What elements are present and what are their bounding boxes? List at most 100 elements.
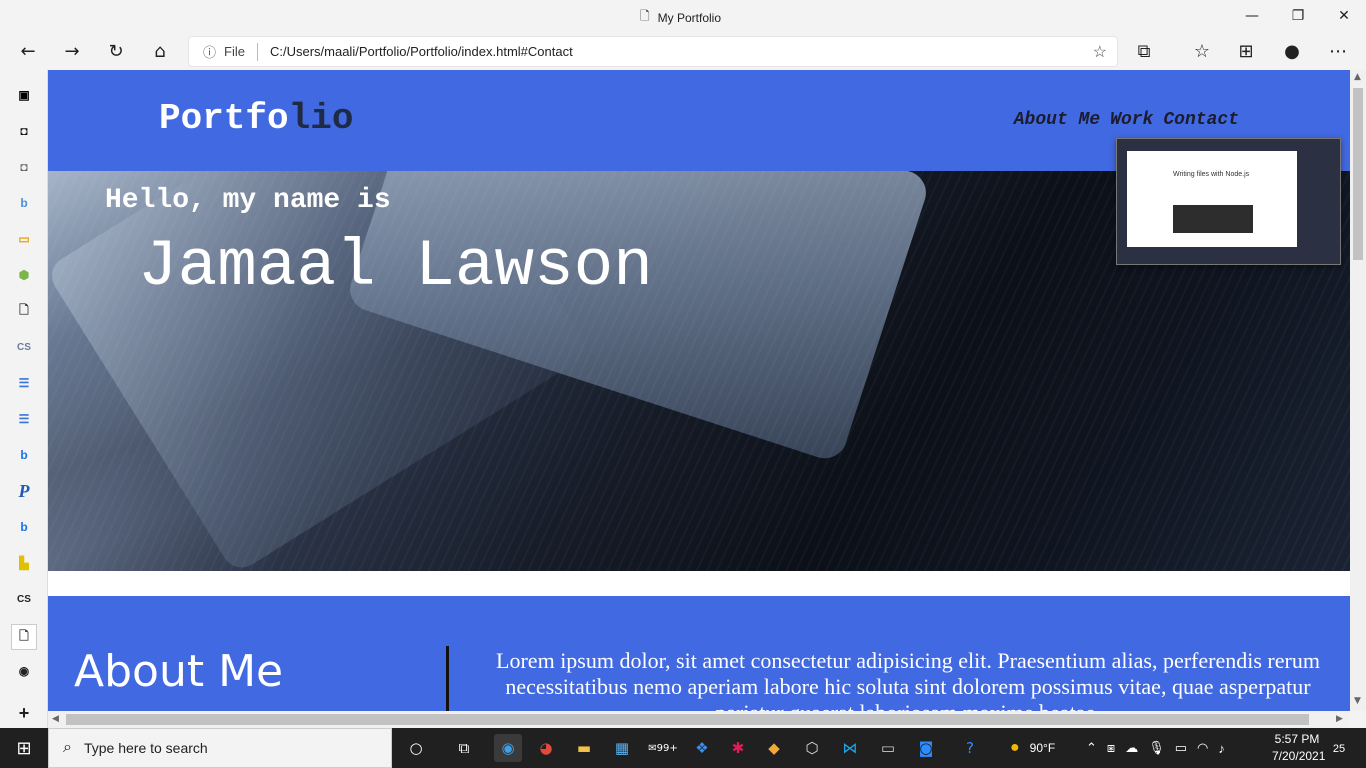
address-separator: [256, 42, 258, 61]
collections-icon[interactable]: ⧉: [1128, 35, 1160, 67]
site-logo[interactable]: Portfolio: [159, 98, 353, 139]
scroll-up-icon[interactable]: ▲: [1354, 72, 1361, 82]
cortana-icon[interactable]: ○: [402, 734, 430, 762]
horizontal-scrollbar[interactable]: ◀ ▶: [48, 711, 1350, 728]
settings-more-icon[interactable]: ⋯: [1322, 35, 1354, 67]
tab-github-icon[interactable]: ◉: [13, 660, 35, 682]
tab-icon-4[interactable]: ▭: [13, 228, 35, 250]
weather-widget[interactable]: ● 90°F: [1010, 728, 1055, 768]
title-bar: 🗋 My Portfolio — ❐ ✕: [0, 0, 1366, 32]
profile-avatar[interactable]: ●: [1276, 35, 1308, 67]
notifications-icon[interactable]: 25: [1326, 738, 1352, 760]
window-title: 🗋 My Portfolio: [640, 7, 721, 28]
url-text[interactable]: C:/Users/maali/Portfolio/Portfolio/index…: [270, 44, 573, 59]
edge-icon[interactable]: ◉: [494, 734, 522, 762]
scroll-left-icon[interactable]: ◀: [52, 714, 59, 724]
tray-cloud-icon[interactable]: ☁: [1125, 740, 1138, 756]
tab-icon-1[interactable]: ◘: [13, 120, 35, 142]
tab-icon-yellow[interactable]: ▙: [13, 552, 35, 574]
about-divider: [446, 646, 449, 711]
microphone-icon[interactable]: 🎙: [1148, 740, 1165, 756]
taskbar: ⊞ ⌕ Type here to search ○ ⧉ ◉ ◕ ▬ ▦ ✉ 99…: [0, 728, 1366, 768]
tab-bing-icon[interactable]: b: [13, 192, 35, 214]
tab-node-icon[interactable]: ⬢: [13, 264, 35, 286]
taskbar-search[interactable]: ⌕ Type here to search: [48, 728, 392, 768]
github-desktop-icon[interactable]: ⬡: [798, 734, 826, 762]
task-view-icon[interactable]: ⧉: [450, 734, 478, 762]
tab-css-icon[interactable]: CS: [13, 336, 35, 358]
git-icon[interactable]: ◆: [760, 734, 788, 762]
tab-bing-icon-2[interactable]: b: [13, 444, 35, 466]
store-icon[interactable]: ▦: [608, 734, 636, 762]
new-tab-icon[interactable]: +: [13, 702, 35, 724]
add-favorite-icon[interactable]: ☆: [1093, 42, 1107, 62]
dropbox-icon[interactable]: ❖: [688, 734, 716, 762]
slack-icon[interactable]: ✱: [724, 734, 752, 762]
scroll-right-icon[interactable]: ▶: [1336, 714, 1343, 724]
file-explorer-icon[interactable]: ▬: [570, 734, 598, 762]
search-placeholder: Type here to search: [83, 740, 208, 756]
about-section: About Me Lorem ipsum dolor, sit amet con…: [48, 596, 1350, 711]
chrome-icon[interactable]: ◕: [532, 734, 560, 762]
tab-css-icon-2[interactable]: CS: [13, 588, 35, 610]
home-icon[interactable]: ⌂: [144, 35, 176, 67]
tab-file-icon[interactable]: 🗋: [13, 300, 35, 322]
mail-badge: 99+: [656, 742, 678, 754]
restore-button[interactable]: ❐: [1275, 0, 1321, 32]
about-text: Lorem ipsum dolor, sit amet consectetur …: [496, 648, 1320, 711]
tab-actions-menu-icon[interactable]: ▣: [13, 84, 35, 106]
nav-work-link[interactable]: Work: [1110, 110, 1153, 130]
tab-preview-thumbnail[interactable]: Writing files with Node.js: [1116, 138, 1341, 265]
hero-greeting: Hello, my name is: [105, 185, 391, 216]
wifi-icon[interactable]: ◠: [1197, 740, 1208, 756]
preview-page: Writing files with Node.js: [1127, 151, 1297, 247]
vscode-icon[interactable]: ⋈: [836, 734, 864, 762]
preview-code-block: [1173, 205, 1253, 233]
vertical-scrollbar[interactable]: ▲ ▼: [1350, 70, 1366, 711]
tab-docs-icon-2[interactable]: ☰: [13, 408, 35, 430]
vertical-scroll-thumb[interactable]: [1353, 88, 1363, 260]
minimize-button[interactable]: —: [1229, 0, 1275, 32]
preview-title: Writing files with Node.js: [1173, 171, 1250, 178]
volume-icon[interactable]: ♪: [1218, 741, 1225, 756]
system-tray: ⌃ ⧆ ☁ 🎙 ▭ ◠ ♪: [1086, 728, 1225, 768]
help-icon[interactable]: ?: [956, 734, 984, 762]
taskbar-clock[interactable]: 5:57 PM 7/20/2021: [1272, 731, 1326, 765]
url-scheme-label: File: [224, 44, 245, 59]
weather-temp: 90°F: [1029, 741, 1056, 755]
tab-active-file-icon[interactable]: 🗋: [11, 624, 37, 650]
clock-time: 5:57 PM: [1274, 732, 1320, 746]
mail-icon[interactable]: ✉ 99+: [646, 734, 680, 762]
notifications-count: 25: [1332, 743, 1346, 755]
tab-actions-icon[interactable]: ⊞: [1230, 35, 1262, 67]
zoom-icon[interactable]: ◙: [912, 734, 940, 762]
tray-expand-icon[interactable]: ⌃: [1086, 740, 1097, 756]
browser-toolbar: ← → ↻ ⌂ ⓘ File C:/Users/maali/Portfolio/…: [0, 32, 1366, 70]
refresh-icon[interactable]: ↻: [100, 35, 132, 67]
vertical-tab-strip: ▣ ◘ ◘ b ▭ ⬢ 🗋 CS ☰ ☰ b P b ▙ CS 🗋 ◉ +: [0, 70, 48, 728]
info-icon[interactable]: ⓘ: [203, 42, 216, 61]
close-button[interactable]: ✕: [1321, 0, 1366, 32]
back-icon[interactable]: ←: [12, 35, 44, 67]
hero-name: Jamaal Lawson: [138, 229, 653, 304]
clock-date: 7/20/2021: [1272, 749, 1326, 763]
tab-icon-2[interactable]: ◘: [13, 156, 35, 178]
nav-contact-link[interactable]: Contact: [1163, 110, 1239, 130]
forward-icon[interactable]: →: [56, 35, 88, 67]
page-icon: 🗋: [640, 9, 650, 23]
battery-icon[interactable]: ▭: [1175, 740, 1187, 756]
about-heading: About Me: [74, 646, 284, 697]
tab-docs-icon[interactable]: ☰: [13, 372, 35, 394]
nav-about-link[interactable]: About Me: [1014, 110, 1100, 130]
site-nav: About Me Work Contact: [1014, 110, 1239, 130]
tab-p-icon[interactable]: P: [13, 480, 35, 502]
terminal-icon[interactable]: ▭: [874, 734, 902, 762]
weather-sun-icon: ●: [1010, 739, 1020, 756]
scroll-down-icon[interactable]: ▼: [1354, 696, 1361, 706]
address-bar[interactable]: ⓘ File C:/Users/maali/Portfolio/Portfoli…: [188, 36, 1118, 67]
windows-start-icon[interactable]: ⊞: [0, 728, 48, 768]
tab-bing-icon-3[interactable]: b: [13, 516, 35, 538]
horizontal-scroll-thumb[interactable]: [66, 714, 1309, 725]
favorites-icon[interactable]: ☆: [1186, 35, 1218, 67]
tray-app-icon[interactable]: ⧆: [1107, 740, 1115, 756]
